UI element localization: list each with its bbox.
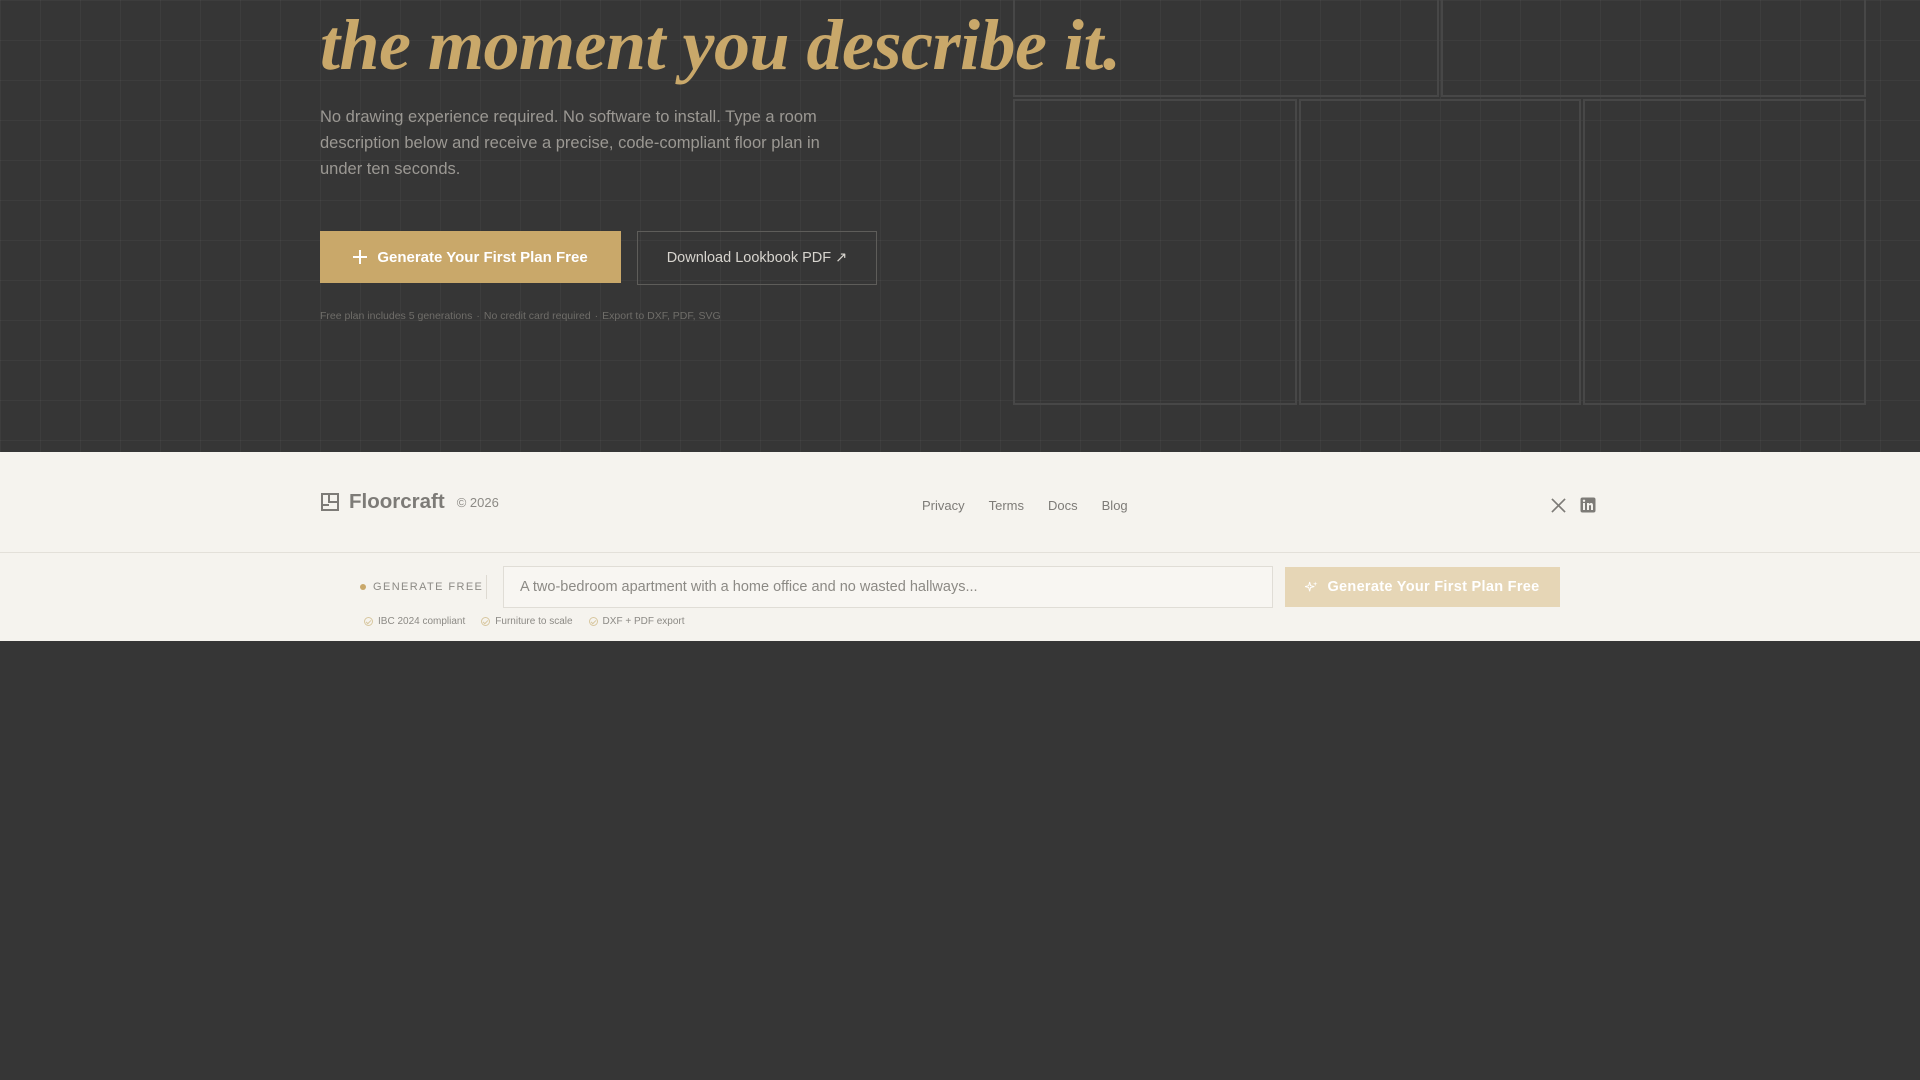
footer-link-blog[interactable]: Blog: [1102, 498, 1128, 513]
footer-link-docs[interactable]: Docs: [1048, 498, 1078, 513]
generate-plan-label: Generate Your First Plan Free: [1327, 579, 1540, 595]
sparkle-icon: [1305, 580, 1319, 591]
plan-room: [1583, 99, 1866, 405]
brand-name: Floorcraft: [349, 490, 445, 513]
hero-fine-print: Free plan includes 5 generations · No cred…: [320, 310, 721, 322]
feature-label: Furniture to scale: [495, 616, 573, 627]
divider: [486, 575, 487, 599]
download-lookbook-label: Download Lookbook PDF ↗: [666, 250, 848, 266]
feature-item: IBC 2024 compliant: [364, 616, 465, 627]
copyright: © 2026: [456, 494, 499, 510]
check-circle-icon: [481, 617, 491, 626]
footer-link-terms[interactable]: Terms: [989, 498, 1024, 513]
hero-section: the moment you describe it. No drawing e…: [0, 0, 1920, 452]
floorplan-logo-icon: [321, 493, 339, 511]
social-links: [1551, 497, 1596, 513]
fine-print-item: Export to DXF, PDF, SVG: [602, 310, 721, 322]
plan-room: [1013, 99, 1297, 405]
status-dot-icon: [360, 584, 366, 590]
hero-description: No drawing experience required. No softw…: [320, 108, 820, 178]
footer-nav: Privacy Terms Docs Blog: [922, 498, 1128, 513]
linkedin-icon[interactable]: [1580, 497, 1596, 513]
fine-print-item: No credit card required: [483, 310, 591, 322]
feature-list: IBC 2024 compliant Furniture to scale DX…: [364, 616, 685, 627]
feature-item: Furniture to scale: [481, 616, 573, 627]
brand: Floorcraft © 2026: [321, 490, 499, 514]
plan-room: [1441, 0, 1866, 97]
feature-item: DXF + PDF export: [588, 616, 685, 627]
generate-bar: GENERATE FREE Generate Your First Plan F…: [0, 553, 1920, 641]
plan-room: [1299, 99, 1581, 405]
room-description-input[interactable]: [503, 566, 1273, 608]
generate-plan-button[interactable]: Generate Your First Plan Free: [1285, 567, 1560, 607]
generate-free-label: GENERATE FREE: [360, 581, 483, 593]
check-circle-icon: [588, 617, 598, 626]
fine-print-separator: ·: [594, 310, 599, 322]
download-lookbook-button[interactable]: Download Lookbook PDF ↗: [637, 231, 877, 285]
feature-label: IBC 2024 compliant: [378, 616, 466, 627]
generate-first-plan-button[interactable]: Generate Your First Plan Free: [320, 231, 621, 283]
generate-first-plan-label: Generate Your First Plan Free: [377, 248, 588, 266]
generate-free-text: GENERATE FREE: [373, 581, 484, 593]
site-footer: Floorcraft © 2026 Privacy Terms Docs Blo…: [0, 452, 1920, 553]
fine-print-separator: ·: [476, 310, 480, 322]
feature-label: DXF + PDF export: [602, 616, 685, 627]
hero-headline: the moment you describe it.: [320, 5, 1121, 85]
plus-icon: [353, 250, 368, 264]
x-icon[interactable]: [1551, 497, 1566, 513]
check-circle-icon: [364, 617, 373, 626]
footer-link-privacy[interactable]: Privacy: [922, 498, 965, 513]
fine-print-item: Free plan includes 5 generations: [320, 310, 473, 322]
